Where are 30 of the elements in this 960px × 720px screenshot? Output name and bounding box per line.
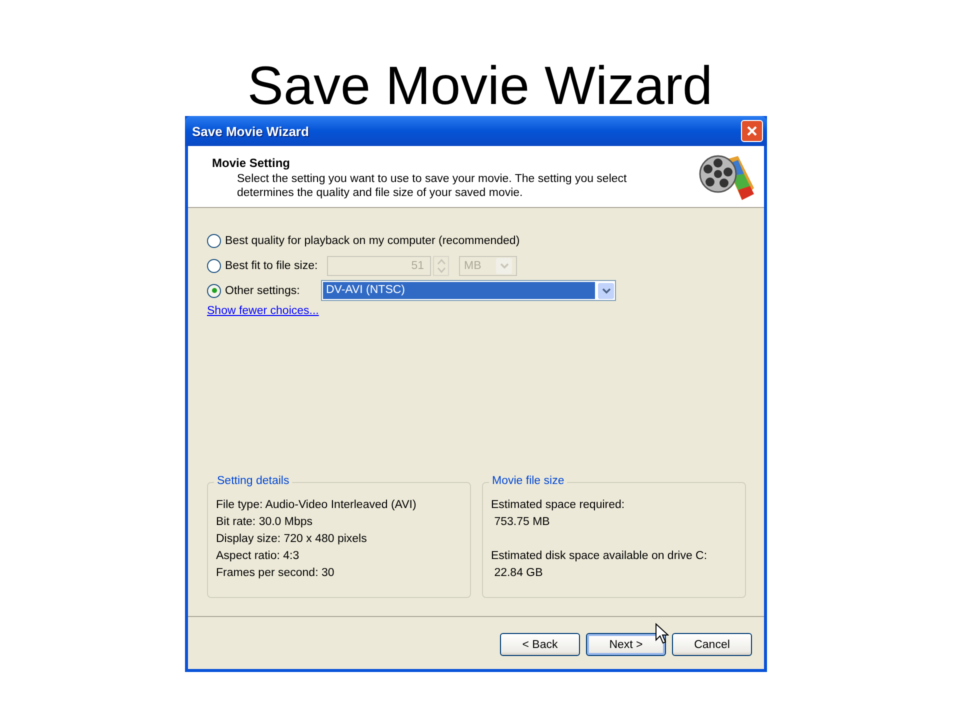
detail-text: 22.84 GB <box>493 566 543 581</box>
wizard-button[interactable]: Cancel <box>672 633 752 656</box>
detail-text: File type: Audio-Video Interleaved (AVI) <box>216 498 416 513</box>
detail-text: Estimated space required: <box>491 498 625 513</box>
detail-text: Display size: 720 x 480 pixels <box>216 532 367 547</box>
option-label[interactable]: Best quality for playback on my computer (recommended) <box>225 234 520 246</box>
close-button[interactable] <box>741 120 763 142</box>
option-label[interactable]: Other settings: <box>225 284 321 296</box>
detail-text: Aspect ratio: 4:3 <box>216 549 300 564</box>
window-title: Save Movie Wizard <box>192 124 309 138</box>
detail-text: Frames per second: 30 <box>216 566 334 581</box>
spin-arrows-icon <box>436 258 446 274</box>
settings-dropdown[interactable]: DV-AVI (NTSC) <box>321 280 616 301</box>
chevron-down-icon <box>602 288 610 294</box>
radio-button[interactable] <box>207 234 221 248</box>
wizard-button[interactable]: Next > <box>586 633 666 656</box>
chevron-down-icon <box>500 262 508 268</box>
detail-text: Bit rate: 30.0 Mbps <box>216 515 313 530</box>
wizard-button[interactable]: < Back <box>500 633 580 656</box>
heading: Movie Setting <box>212 156 292 170</box>
description: Select the setting you want to use to save your movie. The setting you select determines the quality and file size of your saved movie. <box>236 172 628 200</box>
group-title: Movie file size <box>489 475 568 487</box>
show-fewer-link[interactable]: Show fewer choices... <box>207 305 319 317</box>
slide-title: Save Movie Wizard <box>246 55 714 116</box>
detail-text: Estimated disk space available on drive C: <box>491 549 708 564</box>
detail-text: 753.75 MB <box>493 515 550 530</box>
close-icon <box>746 125 758 137</box>
radio-button[interactable] <box>207 284 221 298</box>
mouse-cursor-icon <box>655 623 669 645</box>
group-title: Setting details <box>214 475 292 487</box>
